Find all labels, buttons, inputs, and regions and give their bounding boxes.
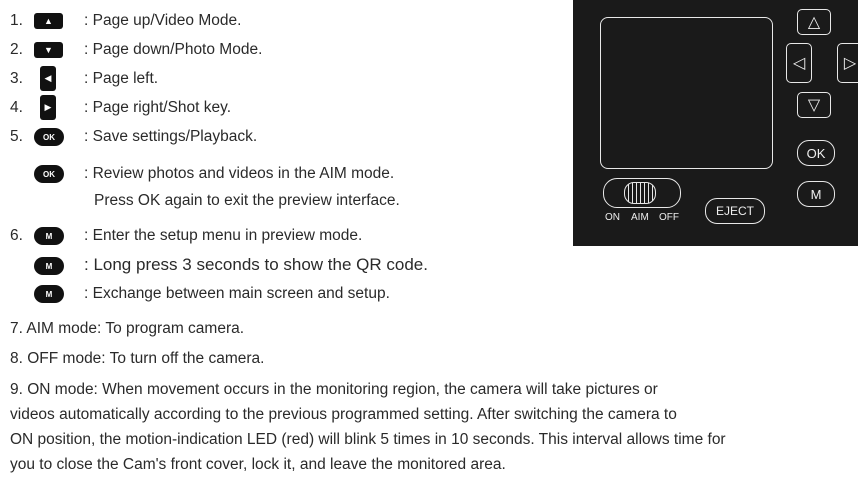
- item-text: : Exchange between main screen and setup…: [84, 285, 390, 302]
- camera-screen: [600, 17, 773, 169]
- aim-mode-text: 7. AIM mode: To program camera.: [10, 320, 245, 337]
- on-mode-text-line-3: ON position, the motion-indication LED (…: [10, 431, 726, 448]
- panel-m-button: M: [797, 181, 835, 207]
- right-arrow-key-icon: ▶: [40, 95, 56, 120]
- item-text: : Page right/Shot key.: [84, 99, 232, 116]
- item-text: : Review photos and videos in the AIM mo…: [84, 165, 395, 182]
- mode-switch-knob: [624, 182, 656, 204]
- item-number: 3.: [10, 70, 23, 87]
- switch-label-off: OFF: [659, 212, 679, 223]
- item-text: : Page up/Video Mode.: [84, 12, 242, 29]
- m-key-icon: M: [34, 257, 64, 275]
- off-mode-text: 8. OFF mode: To turn off the camera.: [10, 350, 265, 367]
- panel-right-button-icon: ▷: [837, 43, 858, 83]
- panel-left-button-icon: ◁: [786, 43, 812, 83]
- item-text-continued: Press OK again to exit the preview inter…: [94, 192, 400, 209]
- item-number: 5.: [10, 128, 23, 145]
- panel-ok-button: OK: [797, 140, 835, 166]
- m-key-icon: M: [34, 227, 64, 245]
- ok-key-icon: OK: [34, 165, 64, 183]
- m-key-icon: M: [34, 285, 64, 303]
- panel-up-button-icon: △: [797, 9, 831, 35]
- up-arrow-key-icon: ▲: [34, 13, 63, 29]
- on-mode-text-line-1: 9. ON mode: When movement occurs in the …: [10, 381, 658, 398]
- item-text: : Page left.: [84, 70, 159, 87]
- item-number: 2.: [10, 41, 23, 58]
- switch-label-aim: AIM: [631, 212, 649, 223]
- item-text: : Long press 3 seconds to show the QR co…: [84, 255, 428, 274]
- left-arrow-key-icon: ◀: [40, 66, 56, 91]
- item-number: 4.: [10, 99, 23, 116]
- camera-control-panel: △ ◁ ▷ ▽ OK M ON AIM OFF EJECT: [573, 0, 858, 246]
- item-number: 6.: [10, 227, 23, 244]
- eject-button: EJECT: [705, 198, 765, 224]
- mode-switch: [603, 178, 681, 208]
- on-mode-text-line-2: videos automatically according to the pr…: [10, 406, 677, 423]
- item-text: : Enter the setup menu in preview mode.: [84, 227, 363, 244]
- panel-down-button-icon: ▽: [797, 92, 831, 118]
- down-arrow-key-icon: ▼: [34, 42, 63, 58]
- switch-label-on: ON: [605, 212, 620, 223]
- ok-key-icon: OK: [34, 128, 64, 146]
- item-number: 1.: [10, 12, 23, 29]
- on-mode-text-line-4: you to close the Cam's front cover, lock…: [10, 456, 506, 473]
- item-text: : Page down/Photo Mode.: [84, 41, 263, 58]
- item-text: : Save settings/Playback.: [84, 128, 258, 145]
